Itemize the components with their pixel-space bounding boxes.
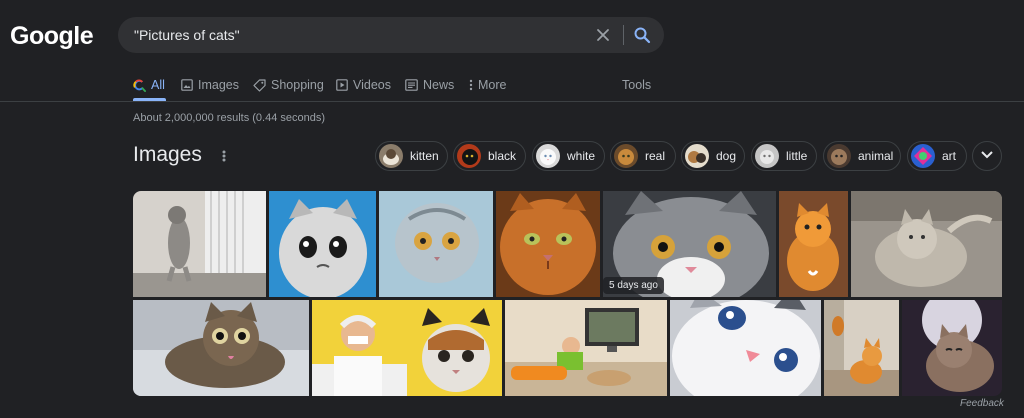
chip-little[interactable]: little — [751, 141, 817, 171]
tab-label: All — [151, 78, 165, 92]
chip-label: real — [645, 149, 666, 163]
image-result[interactable] — [851, 191, 1002, 297]
searchbox-divider — [623, 25, 624, 45]
tab-all[interactable]: All — [133, 76, 165, 94]
chip-black[interactable]: black — [453, 141, 526, 171]
chip-label: kitten — [410, 149, 439, 163]
chip-dog[interactable]: dog — [681, 141, 745, 171]
tab-label: News — [423, 78, 455, 92]
image-result[interactable] — [824, 300, 899, 396]
chip-label: animal — [858, 149, 894, 163]
kebab-icon — [469, 79, 473, 91]
chip-thumbnail — [685, 144, 709, 168]
tab-label: More — [478, 78, 507, 92]
chip-label: art — [942, 149, 957, 163]
chip-thumbnail — [827, 144, 851, 168]
tools-label: Tools — [622, 78, 652, 92]
image-results-grid — [133, 191, 1002, 396]
google-logo[interactable]: Google — [10, 22, 94, 51]
image-result[interactable] — [133, 191, 266, 297]
image-result[interactable] — [496, 191, 600, 297]
images-section-title: Images — [133, 143, 202, 166]
tools-button[interactable]: Tools — [622, 76, 651, 94]
chip-kitten[interactable]: kitten — [375, 141, 448, 171]
image-result[interactable] — [133, 300, 309, 396]
google-search-icon — [133, 78, 146, 92]
result-stats: About 2,000,000 results (0.44 seconds) — [133, 112, 326, 124]
tab-label: Videos — [353, 78, 391, 92]
chip-art[interactable]: art — [907, 141, 967, 171]
chip-white[interactable]: white — [532, 141, 605, 171]
chip-label: dog — [716, 149, 737, 163]
chip-label: little — [786, 149, 808, 163]
image-result[interactable] — [902, 300, 1002, 396]
chip-thumbnail — [379, 144, 403, 168]
image-result[interactable] — [379, 191, 493, 297]
timestamp-badge: 5 days ago — [603, 277, 664, 294]
image-icon — [181, 79, 193, 91]
tab-shopping[interactable]: Shopping — [253, 76, 324, 94]
chip-thumbnail — [911, 144, 935, 168]
tab-more[interactable]: More — [469, 76, 506, 94]
chip-label: white — [567, 149, 596, 163]
chip-thumbnail — [755, 144, 779, 168]
expand-chips-button[interactable] — [972, 141, 1002, 171]
chip-thumbnail — [536, 144, 560, 168]
image-result[interactable] — [505, 300, 667, 396]
image-result[interactable] — [670, 300, 821, 396]
tabs-divider — [0, 101, 1024, 102]
clear-icon[interactable] — [591, 23, 615, 47]
tab-label: Shopping — [271, 78, 324, 92]
tab-label: Images — [198, 78, 239, 92]
play-icon — [336, 79, 348, 91]
tab-news[interactable]: News — [405, 76, 454, 94]
feedback-link[interactable]: Feedback — [960, 398, 1004, 409]
chip-thumbnail — [614, 144, 638, 168]
tab-images[interactable]: Images — [181, 76, 239, 94]
search-input[interactable] — [134, 17, 574, 53]
chip-thumbnail — [457, 144, 481, 168]
chip-real[interactable]: real — [610, 141, 676, 171]
image-result[interactable] — [779, 191, 848, 297]
chevron-down-icon — [980, 147, 994, 165]
image-result[interactable] — [269, 191, 376, 297]
chip-label: black — [488, 149, 517, 163]
chip-animal[interactable]: animal — [823, 141, 901, 171]
image-result[interactable] — [312, 300, 502, 396]
tag-icon — [253, 78, 266, 92]
search-icon[interactable] — [630, 23, 654, 47]
more-options-icon[interactable] — [219, 148, 229, 164]
tab-videos[interactable]: Videos — [336, 76, 391, 94]
news-icon — [405, 79, 418, 91]
search-box[interactable] — [118, 17, 664, 53]
